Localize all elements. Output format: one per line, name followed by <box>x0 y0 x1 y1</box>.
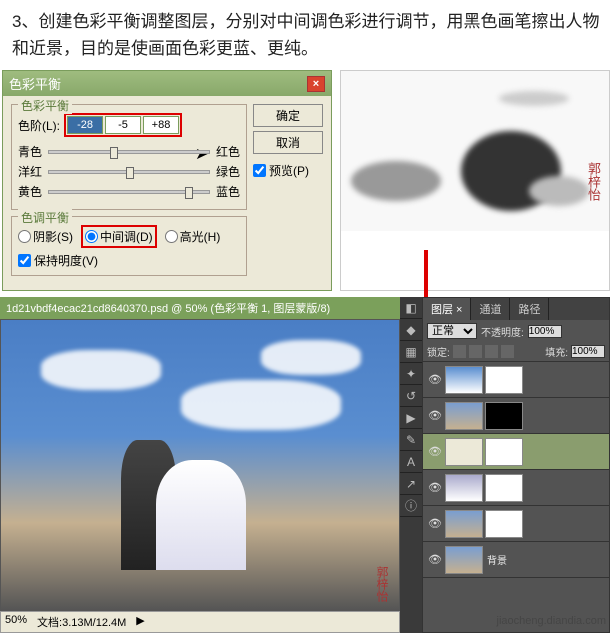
layer-row[interactable]: 👁 <box>423 506 609 542</box>
color-icon[interactable]: ◆ <box>400 319 422 341</box>
magenta-green-slider[interactable] <box>48 170 210 174</box>
yellow-blue-slider[interactable] <box>48 190 210 194</box>
layer-row[interactable]: 👁 <box>423 362 609 398</box>
cyan-red-slider[interactable] <box>48 150 210 154</box>
cyan-label: 青色 <box>18 143 42 160</box>
preserve-luminosity-check[interactable]: 保持明度(V) <box>18 252 240 269</box>
red-label: 红色 <box>216 143 240 160</box>
cancel-button[interactable]: 取消 <box>253 131 323 154</box>
brush-icon[interactable]: ✎ <box>400 429 422 451</box>
chevron-right-icon[interactable]: ▶ <box>136 614 144 630</box>
preview-check[interactable]: 预览(P) <box>253 162 323 179</box>
tab-channels[interactable]: 通道 <box>471 298 510 320</box>
navigator-icon[interactable]: ◧ <box>400 297 422 319</box>
seal-text: 郭梓怡 <box>584 162 603 201</box>
layer-row[interactable]: 👁 <box>423 470 609 506</box>
tab-paths[interactable]: 路径 <box>510 298 549 320</box>
doc-size: 文档:3.13M/12.4M <box>37 614 126 630</box>
canvas[interactable]: 郭梓怡 <box>0 319 400 611</box>
level-cyan-input[interactable] <box>67 116 103 134</box>
midtones-radio[interactable]: 中间调(D) <box>81 225 157 248</box>
tone-balance-group: 色调平衡 阴影(S) 中间调(D) 高光(H) 保持明度(V) <box>11 216 247 276</box>
dialog-titlebar[interactable]: 色彩平衡 × <box>3 71 331 96</box>
blend-mode-select[interactable]: 正常 <box>427 323 477 339</box>
ok-button[interactable]: 确定 <box>253 104 323 127</box>
tab-layers[interactable]: 图层 × <box>423 298 471 320</box>
visibility-icon[interactable]: 👁 <box>428 445 442 459</box>
magenta-label: 洋红 <box>18 163 42 180</box>
history-icon[interactable]: ↺ <box>400 385 422 407</box>
shadows-radio[interactable]: 阴影(S) <box>18 228 73 245</box>
visibility-icon[interactable]: 👁 <box>428 517 442 531</box>
yellow-label: 黄色 <box>18 183 42 200</box>
layer-row[interactable]: 👁 <box>423 398 609 434</box>
lock-transparency-icon[interactable] <box>453 345 466 358</box>
opacity-input[interactable] <box>528 325 562 338</box>
visibility-icon[interactable]: 👁 <box>428 373 442 387</box>
subject-couple <box>111 410 251 570</box>
swatch-icon[interactable]: ▦ <box>400 341 422 363</box>
tool-strip: ◧ ◆ ▦ ✦ ↺ ▶ ✎ A ↗ ⓘ <box>400 297 422 633</box>
fill-input[interactable] <box>571 345 605 358</box>
instruction-text: 3、创建色彩平衡调整图层，分别对中间调色彩进行调节，用黑色画笔擦出人物和近景，目… <box>0 0 614 70</box>
lock-position-icon[interactable] <box>485 345 498 358</box>
group-title: 色彩平衡 <box>18 97 72 114</box>
path-icon[interactable]: ↗ <box>400 473 422 495</box>
watermark: jiaocheng.diandia.com <box>497 615 606 627</box>
opacity-label: 不透明度: <box>481 324 524 339</box>
green-label: 绿色 <box>216 163 240 180</box>
close-icon[interactable]: × <box>307 76 325 92</box>
blue-label: 蓝色 <box>216 183 240 200</box>
level-magenta-input[interactable] <box>105 116 141 134</box>
lock-all-icon[interactable] <box>501 345 514 358</box>
group-title: 色调平衡 <box>18 209 72 226</box>
layer-name: 背景 <box>487 552 507 567</box>
highlights-radio[interactable]: 高光(H) <box>165 228 221 245</box>
visibility-icon[interactable]: 👁 <box>428 481 442 495</box>
lock-paint-icon[interactable] <box>469 345 482 358</box>
info-icon[interactable]: ⓘ <box>400 495 422 517</box>
status-bar: 50% 文档:3.13M/12.4M ▶ <box>0 611 400 633</box>
levels-input-group <box>64 113 182 137</box>
level-yellow-input[interactable] <box>143 116 179 134</box>
visibility-icon[interactable]: 👁 <box>428 553 442 567</box>
zoom-value[interactable]: 50% <box>5 614 27 630</box>
character-icon[interactable]: A <box>400 451 422 473</box>
levels-label: 色阶(L): <box>18 117 60 134</box>
color-balance-dialog: 色彩平衡 × ➤ 色彩平衡 色阶(L): 青色 <box>2 70 332 291</box>
visibility-icon[interactable]: 👁 <box>428 409 442 423</box>
layer-row[interactable]: 👁 <box>423 434 609 470</box>
document-title: 1d21vbdf4ecac21cd8640370.psd @ 50% (色彩平衡… <box>6 300 330 316</box>
seal-text: 郭梓怡 <box>374 566 391 602</box>
dialog-title: 色彩平衡 <box>9 74 61 93</box>
fill-label: 填充: <box>545 344 568 359</box>
color-balance-group: 色彩平衡 色阶(L): 青色 红色 <box>11 104 247 210</box>
mask-preview: 郭梓怡 <box>340 70 610 291</box>
actions-icon[interactable]: ▶ <box>400 407 422 429</box>
document-titlebar[interactable]: 1d21vbdf4ecac21cd8640370.psd @ 50% (色彩平衡… <box>0 297 400 319</box>
layers-panel: 图层 × 通道 路径 正常 不透明度: 锁定: 填充: 👁 👁 <box>422 297 610 633</box>
lock-label: 锁定: <box>427 344 450 359</box>
layer-row[interactable]: 👁 背景 <box>423 542 609 578</box>
styles-icon[interactable]: ✦ <box>400 363 422 385</box>
